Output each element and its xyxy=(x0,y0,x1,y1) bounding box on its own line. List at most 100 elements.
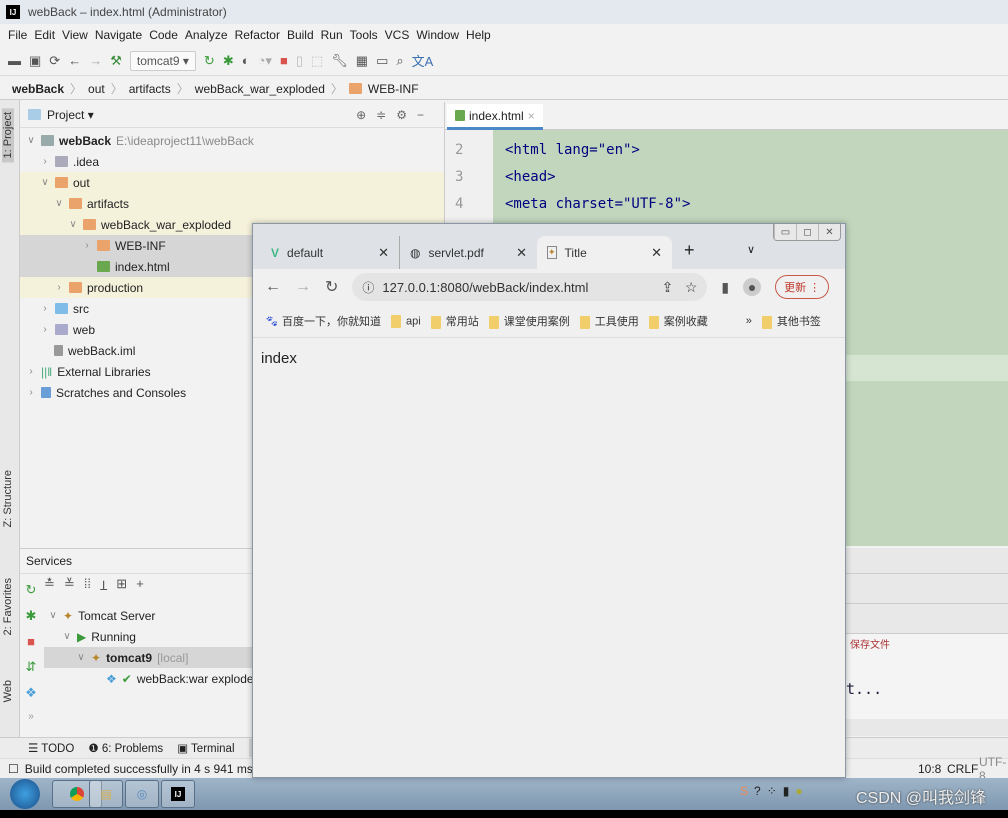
paint-taskbar-button[interactable]: ◎ xyxy=(125,780,159,808)
service-artifact[interactable]: ❖✔webBack:war exploded[S xyxy=(44,668,252,689)
tray-icon[interactable]: ● xyxy=(795,784,802,798)
back-icon[interactable]: ← xyxy=(68,53,81,68)
close-tab-icon[interactable]: ✕ xyxy=(516,245,527,261)
caret-position[interactable]: 10:8 xyxy=(918,762,941,776)
site-info-icon[interactable]: ⓘ xyxy=(362,279,374,296)
breadcrumb-item[interactable]: out xyxy=(88,82,105,96)
maximize-button[interactable]: ◻ xyxy=(796,224,818,240)
close-tab-icon[interactable]: ✕ xyxy=(378,245,389,261)
service-running[interactable]: ∨ ▶ Running xyxy=(44,626,252,647)
terminal-icon[interactable]: ▭ xyxy=(376,53,388,69)
tray-icon[interactable]: S xyxy=(740,784,748,798)
rerun-icon[interactable]: ↻ xyxy=(204,53,215,69)
tree-item-out[interactable]: ∨ out xyxy=(20,172,444,193)
start-button[interactable] xyxy=(10,779,40,809)
tray-icon[interactable]: ⁘ xyxy=(767,784,777,798)
tree-item-idea[interactable]: › .idea xyxy=(20,151,444,172)
new-tab-icon[interactable]: ⊞ xyxy=(116,576,127,594)
profile-avatar[interactable]: ● xyxy=(743,278,762,296)
close-tab-icon[interactable]: × xyxy=(528,109,535,123)
project-tool-tab[interactable]: 1: Project xyxy=(2,108,14,163)
stop-icon[interactable]: ■ xyxy=(280,53,288,68)
project-structure-icon[interactable]: ▦ xyxy=(356,53,368,69)
intellij-taskbar-button[interactable]: IJ xyxy=(161,780,195,808)
panel-actions[interactable]: ⊕≑⚙− xyxy=(356,108,434,122)
service-tomcat-server[interactable]: ∨ ✦ Tomcat Server xyxy=(44,605,252,626)
more-bookmarks-icon[interactable]: » xyxy=(746,315,752,327)
project-view-select[interactable]: Project ▾ xyxy=(47,108,94,122)
vcs-icon[interactable]: ⬚ xyxy=(311,53,323,69)
collapse-all-icon[interactable]: ≚ xyxy=(64,576,75,594)
bookmark-folder[interactable]: 课堂使用案例 xyxy=(488,313,570,329)
settings-wrench-icon[interactable]: 🔧︎ xyxy=(331,53,348,69)
add-icon[interactable]: + xyxy=(136,576,144,594)
breadcrumb-item[interactable]: WEB-INF xyxy=(368,82,419,96)
bookmark-baidu[interactable]: 🐾︎ 百度一下，你就知道 xyxy=(265,313,381,329)
profile-icon[interactable]: ◔▾ xyxy=(258,53,272,69)
tree-item-artifacts[interactable]: ∨ artifacts xyxy=(20,193,444,214)
minimize-button[interactable]: ▭ xyxy=(774,224,796,240)
forward-button[interactable]: → xyxy=(295,278,311,296)
filter-icon[interactable]: Ʇ xyxy=(100,576,107,594)
save-icon[interactable]: ▣ xyxy=(29,53,41,69)
run-config-select[interactable]: tomcat9 ▾ xyxy=(129,50,196,71)
menu-tools[interactable]: Tools xyxy=(350,28,378,42)
refresh-icon[interactable]: ↻ xyxy=(26,582,37,598)
debug-icon[interactable]: ✱ xyxy=(223,53,234,69)
breadcrumb-item[interactable]: webBack_war_exploded xyxy=(195,82,325,96)
stop-icon[interactable]: ■ xyxy=(27,634,35,649)
menu-build[interactable]: Build xyxy=(287,28,314,42)
bookmark-folder[interactable]: 工具使用 xyxy=(579,313,639,329)
artifact-icon[interactable]: ❖ xyxy=(25,685,37,701)
forward-icon[interactable]: → xyxy=(89,53,102,68)
browser-tab-default[interactable]: Vdefault ✕ xyxy=(261,236,399,269)
menu-view[interactable]: View xyxy=(62,28,88,42)
bookmark-folder[interactable]: 常用站 xyxy=(430,313,479,329)
structure-tool-tab[interactable]: Z: Structure xyxy=(2,470,14,527)
browser-tab-title[interactable]: ✦ Title ✕ xyxy=(537,236,672,269)
address-bar[interactable]: ⓘ 127.0.0.1:8080/webBack/index.html ⇪ ☆ xyxy=(352,273,708,301)
expand-all-icon[interactable]: ≛ xyxy=(44,576,55,594)
tray-icon[interactable]: ? xyxy=(754,784,761,798)
new-tab-button[interactable]: + xyxy=(684,240,695,261)
explorer-taskbar-button[interactable]: ▤ xyxy=(89,780,123,808)
search-icon[interactable]: ⌕ xyxy=(396,53,403,69)
browser-tab-servlet-pdf[interactable]: ◍ servlet.pdf ✕ xyxy=(399,236,537,269)
build-hammer-icon[interactable]: ⚒ xyxy=(110,53,122,69)
debug-icon[interactable]: ✱ xyxy=(26,608,37,624)
deploy-icon[interactable]: ⇵ xyxy=(26,659,37,675)
terminal-tab[interactable]: ▣ Terminal xyxy=(177,741,234,755)
menu-run[interactable]: Run xyxy=(321,28,343,42)
translate-icon[interactable]: 文A xyxy=(412,51,434,70)
bookmark-star-icon[interactable]: ☆ xyxy=(685,279,698,296)
line-separator[interactable]: CRLF xyxy=(947,762,978,776)
bookmark-folder[interactable]: api xyxy=(391,314,421,328)
menu-edit[interactable]: Edit xyxy=(34,28,55,42)
menu-file[interactable]: File xyxy=(8,28,27,42)
sync-icon[interactable]: ⟳ xyxy=(49,53,60,69)
coverage-icon[interactable]: ◐ xyxy=(242,53,250,68)
problems-tab[interactable]: ❶ 6: Problems xyxy=(88,741,163,755)
favorites-tool-tab[interactable]: 2: Favorites xyxy=(2,578,14,635)
close-window-button[interactable]: ✕ xyxy=(818,224,840,240)
more-icon[interactable]: » xyxy=(28,711,34,722)
menu-code[interactable]: Code xyxy=(149,28,178,42)
todo-tab[interactable]: ☰ TODO xyxy=(28,741,74,755)
update-button[interactable]: 更新 ⋮ xyxy=(775,275,830,299)
menu-analyze[interactable]: Analyze xyxy=(185,28,228,42)
web-tool-tab[interactable]: Web xyxy=(2,680,14,702)
editor-tab-index-html[interactable]: index.html × xyxy=(447,104,543,130)
tab-search-button[interactable]: ∨ xyxy=(747,243,755,256)
tree-item-webback[interactable]: ∨ webBack E:\ideaproject11\webBack xyxy=(20,130,444,151)
open-icon[interactable]: ▬ xyxy=(8,53,21,68)
breadcrumb-item[interactable]: webBack xyxy=(12,82,64,96)
other-bookmarks[interactable]: 其他书签 xyxy=(761,313,821,329)
side-panel-icon[interactable]: ▮ xyxy=(721,279,729,296)
menu-navigate[interactable]: Navigate xyxy=(95,28,142,42)
service-tomcat9[interactable]: ∨ ✦ tomcat9 [local] xyxy=(44,647,252,668)
menu-window[interactable]: Window xyxy=(416,28,459,42)
bookmark-folder[interactable]: 案例收藏 xyxy=(648,313,708,329)
group-icon[interactable]: ⁞⁞ xyxy=(84,576,91,594)
menu-vcs[interactable]: VCS xyxy=(385,28,410,42)
menu-refactor[interactable]: Refactor xyxy=(235,28,280,42)
